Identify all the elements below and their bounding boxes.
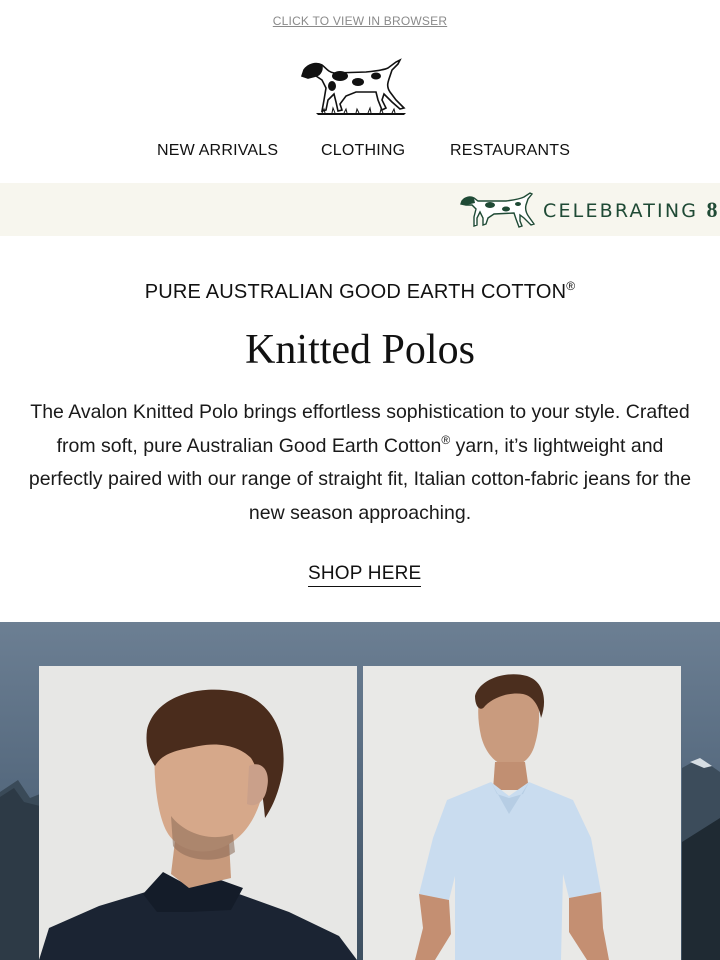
nav-new-arrivals[interactable]: NEW ARRIVALS xyxy=(157,142,278,160)
product-hero xyxy=(0,622,720,960)
eyebrow-text: PURE AUSTRALIAN GOOD EARTH COTTON xyxy=(144,281,567,303)
banner-headline: CELEBRATING 8 xyxy=(543,197,717,223)
nav-restaurants[interactable]: RESTAURANTS xyxy=(450,142,570,160)
view-in-browser-link[interactable]: CLICK TO VIEW IN BROWSER xyxy=(0,14,720,28)
nav-clothing[interactable]: CLOTHING xyxy=(321,142,405,160)
section-body: The Avalon Knitted Polo brings effortles… xyxy=(24,396,696,530)
shop-here-link[interactable]: SHOP HERE xyxy=(308,563,422,587)
registered-mark: ® xyxy=(566,279,576,293)
pointer-dog-logo[interactable] xyxy=(296,56,420,118)
product-card-navy-polo[interactable] xyxy=(39,666,357,960)
section-eyebrow: PURE AUSTRALIAN GOOD EARTH COTTON® xyxy=(0,279,720,304)
product-card-light-blue-polo[interactable] xyxy=(363,666,681,960)
pointer-dog-icon xyxy=(460,192,536,228)
body-registered-mark: ® xyxy=(441,432,451,447)
section-title: Knitted Polos xyxy=(245,327,475,373)
banner-text: CELEBRATING xyxy=(543,200,707,222)
celebration-banner[interactable]: CELEBRATING 8 xyxy=(0,183,720,236)
banner-number: 8 xyxy=(706,197,718,222)
light-blue-knitted-polo-image xyxy=(363,666,681,960)
navy-knitted-polo-image xyxy=(39,666,357,960)
